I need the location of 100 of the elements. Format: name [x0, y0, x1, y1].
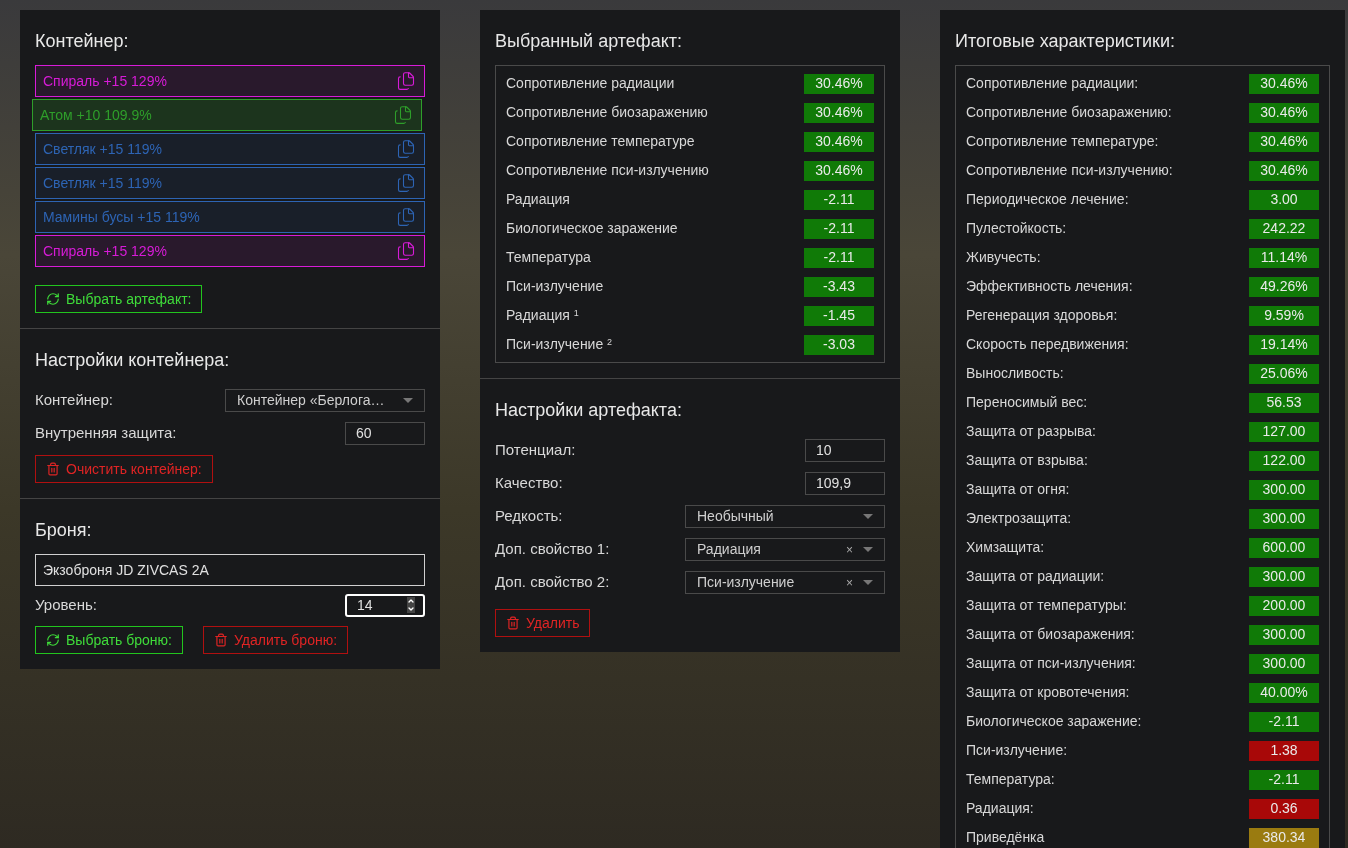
stat-name: Сопротивление температуре:: [966, 132, 1159, 151]
field-label: Внутренняя защита:: [35, 423, 177, 444]
dropdown[interactable]: Радиация ×: [685, 538, 885, 561]
stat-value: 200.00: [1249, 595, 1319, 616]
delete-button[interactable]: Очистить контейнер:: [35, 455, 213, 483]
stat-value: 300.00: [1249, 653, 1319, 674]
stat-name: Сопротивление биозаражению: [506, 103, 708, 122]
stat-name: Сопротивление пси-излучению:: [966, 161, 1173, 180]
dropdown[interactable]: Пси-излучение ×: [685, 571, 885, 594]
documents-icon[interactable]: [396, 173, 416, 193]
stat-name: Пулестойкость:: [966, 219, 1067, 238]
section-title: Настройки артефакта:: [495, 399, 683, 422]
stat-value: 11.14%: [1249, 247, 1319, 268]
trash-icon: [46, 462, 60, 476]
stat-value: -3.43: [804, 276, 874, 297]
artifact-item[interactable]: Атом +10 109.9%: [32, 99, 422, 131]
stat-value: 49.26%: [1249, 276, 1319, 297]
stat-name: Защита от взрыва:: [966, 451, 1088, 470]
stat-name: Живучесть:: [966, 248, 1041, 267]
stat-name: Электрозащита:: [966, 509, 1072, 528]
stat-value: 122.00: [1249, 450, 1319, 471]
dropdown[interactable]: Необычный: [685, 505, 885, 528]
section-title: Выбранный артефакт:: [495, 30, 683, 53]
stat-name: Защита от радиации:: [966, 567, 1105, 586]
stat-name: Радиация: [506, 190, 570, 209]
refresh-icon: [46, 292, 60, 306]
stat-value: 9.59%: [1249, 305, 1319, 326]
input-field[interactable]: 109,9: [805, 472, 885, 495]
stat-name: Радиация:: [966, 799, 1034, 818]
stat-value: 30.46%: [804, 131, 874, 152]
stat-value: 25.06%: [1249, 363, 1319, 384]
input-field[interactable]: 10: [805, 439, 885, 462]
artifact-item[interactable]: Спираль +15 129%: [35, 235, 425, 267]
stat-value: 19.14%: [1249, 334, 1319, 355]
section-title: Контейнер:: [35, 30, 130, 53]
spinner-icon[interactable]: [407, 597, 415, 613]
artifact-item[interactable]: Спираль +15 129%: [35, 65, 425, 97]
stat-name: Скорость передвижения:: [966, 335, 1129, 354]
input-field[interactable]: 60: [345, 422, 425, 445]
stat-name: Биологическое заражение:: [966, 712, 1142, 731]
stat-value: 3.00: [1249, 189, 1319, 210]
stat-value: 30.46%: [1249, 131, 1319, 152]
field-label: Качество:: [495, 473, 563, 494]
section-title: Настройки контейнера:: [35, 349, 231, 372]
armor-name-field[interactable]: Экзоброня JD ZIVCAS 2A: [35, 554, 425, 586]
delete-button[interactable]: Удалить броню:: [203, 626, 349, 654]
caret-icon: [863, 580, 873, 585]
select-button[interactable]: Выбрать артефакт:: [35, 285, 203, 313]
stat-name: Выносливость:: [966, 364, 1064, 383]
stat-value: 30.46%: [804, 73, 874, 94]
stat-name: Пси-излучение $^{2}$: [506, 335, 613, 354]
stat-name: Переносимый вес:: [966, 393, 1088, 412]
stat-value: 380.34: [1249, 827, 1319, 848]
dropdown[interactable]: Контейнер «Берлога…: [225, 389, 425, 412]
select-button[interactable]: Выбрать броню:: [35, 626, 183, 654]
delete-button[interactable]: Удалить: [495, 609, 591, 637]
stat-name: Радиация $^{1}$: [506, 306, 579, 325]
stat-value: 1.38: [1249, 740, 1319, 761]
stat-name: Защита от биозаражения:: [966, 625, 1135, 644]
stat-value: 30.46%: [1249, 73, 1319, 94]
stat-name: Защита от температуры:: [966, 596, 1127, 615]
stat-value: 242.22: [1249, 218, 1319, 239]
trash-icon: [506, 616, 520, 630]
documents-icon[interactable]: [396, 71, 416, 91]
field-label: Доп. свойство 1:: [495, 539, 610, 560]
stat-name: Сопротивление биозаражению:: [966, 103, 1172, 122]
stat-name: Регенерация здоровья:: [966, 306, 1118, 325]
documents-icon[interactable]: [396, 139, 416, 159]
stat-value: 30.46%: [804, 102, 874, 123]
stat-name: Эффективность лечения:: [966, 277, 1133, 296]
field-label: Потенциал:: [495, 440, 576, 461]
stat-name: Биологическое заражение: [506, 219, 678, 238]
stat-name: Защита от пси-излучения:: [966, 654, 1136, 673]
section-title: Итоговые характеристики:: [955, 30, 1176, 53]
number-field[interactable]: 14: [345, 593, 425, 617]
documents-icon[interactable]: [396, 241, 416, 261]
stat-value: -2.11: [804, 189, 874, 210]
stat-value: -3.03: [804, 334, 874, 355]
stat-value: -2.11: [1249, 769, 1319, 790]
stat-name: Химзащита:: [966, 538, 1045, 557]
documents-icon[interactable]: [393, 105, 413, 125]
clear-mark[interactable]: ×: [846, 540, 853, 559]
field-label: Контейнер:: [35, 390, 113, 411]
stat-value: -2.11: [1249, 711, 1319, 732]
stat-value: 300.00: [1249, 566, 1319, 587]
stat-value: 40.00%: [1249, 682, 1319, 703]
stat-name: Периодическое лечение:: [966, 190, 1129, 209]
stat-value: 30.46%: [1249, 102, 1319, 123]
trash-icon: [214, 633, 228, 647]
documents-icon[interactable]: [396, 207, 416, 227]
stat-name: Защита от огня:: [966, 480, 1070, 499]
field-label: Редкость:: [495, 506, 563, 527]
clear-mark[interactable]: ×: [846, 573, 853, 592]
stat-value: 600.00: [1249, 537, 1319, 558]
stat-name: Приведёнка: [966, 828, 1045, 847]
stat-name: Температура: [506, 248, 591, 267]
stat-name: Защита от разрыва:: [966, 422, 1096, 441]
caret-icon: [403, 398, 413, 403]
stat-name: Сопротивление пси-излучению: [506, 161, 709, 180]
refresh-icon: [46, 633, 60, 647]
